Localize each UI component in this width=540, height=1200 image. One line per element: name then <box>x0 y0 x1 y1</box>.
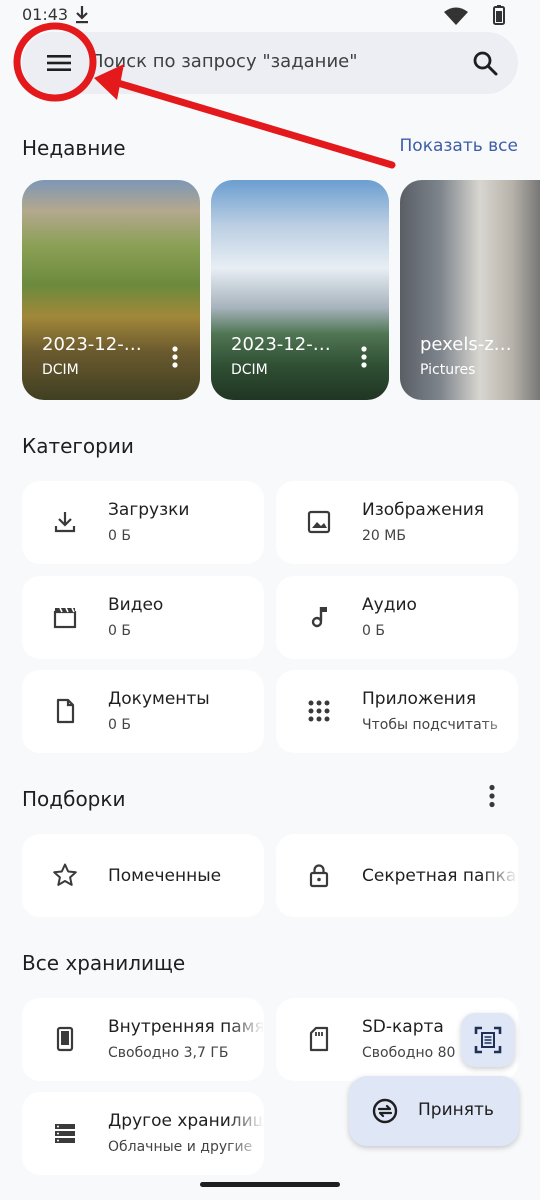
music-note-icon <box>311 607 327 628</box>
more-vert-icon[interactable] <box>488 784 496 808</box>
sd-card-icon <box>309 1026 329 1052</box>
accept-button[interactable]: Принять <box>349 1076 519 1146</box>
thumbnail-title: 2023-12-… <box>42 334 142 355</box>
recent-thumbnail[interactable]: pexels-z… Pictures <box>400 180 540 400</box>
recent-thumbnail[interactable]: 2023-12-… DCIM <box>211 180 389 400</box>
thumbnail-title: 2023-12-… <box>231 334 331 355</box>
text-fade <box>228 998 264 1081</box>
category-size: Чтобы подсчитать <box>362 717 499 733</box>
category-size: 0 Б <box>362 623 385 639</box>
scan-button[interactable] <box>461 1013 515 1067</box>
category-size: 20 МБ <box>362 528 406 544</box>
storage-internal[interactable]: Внутренняя память Свободно 3,7 ГБ <box>22 998 264 1081</box>
more-vert-icon[interactable] <box>172 346 178 368</box>
storage-label: SD-карта <box>362 1017 444 1037</box>
thumbnail-title: pexels-z… <box>420 334 512 355</box>
category-audio[interactable]: Аудио 0 Б <box>276 576 518 659</box>
text-fade <box>482 670 518 753</box>
hamburger-menu-icon <box>47 55 71 71</box>
storage-free-space: Свободно 3,7 ГБ <box>108 1045 229 1061</box>
category-size: 0 Б <box>108 623 131 639</box>
storage-icon <box>55 1124 75 1143</box>
show-all-link[interactable]: Показать все <box>400 136 518 156</box>
category-label: Загрузки <box>108 500 190 520</box>
collection-starred[interactable]: Помеченные <box>22 834 264 917</box>
menu-button[interactable] <box>44 48 74 78</box>
lock-icon <box>309 864 329 888</box>
storage-section-title: Все хранилище <box>22 951 186 975</box>
category-label: Аудио <box>362 595 417 615</box>
wifi-icon <box>444 7 468 25</box>
search-input[interactable]: Поиск по запросу "задание" <box>90 51 358 72</box>
category-label: Видео <box>108 595 164 615</box>
thumbnail-folder: DCIM <box>231 362 268 378</box>
more-vert-icon[interactable] <box>361 346 367 368</box>
text-fade <box>482 834 518 917</box>
category-size: 0 Б <box>108 717 131 733</box>
download-status-icon <box>76 6 88 24</box>
image-icon <box>307 510 331 534</box>
category-label: Документы <box>108 689 210 709</box>
home-indicator[interactable] <box>200 1182 340 1187</box>
sync-transfer-icon <box>372 1098 398 1124</box>
category-video[interactable]: Видео 0 Б <box>22 576 264 659</box>
thumbnail-folder: Pictures <box>420 362 476 378</box>
accept-label: Принять <box>418 1100 494 1120</box>
storage-free-space: Свободно 80 <box>362 1045 456 1061</box>
search-button[interactable] <box>470 48 500 78</box>
search-bar[interactable]: Поиск по запросу "задание" <box>22 32 518 94</box>
text-fade <box>228 1092 264 1175</box>
category-downloads[interactable]: Загрузки 0 Б <box>22 481 264 564</box>
collections-section-title: Подборки <box>22 787 126 811</box>
battery-icon <box>493 5 505 25</box>
collection-label: Помеченные <box>108 866 222 886</box>
category-size: 0 Б <box>108 528 131 544</box>
category-images[interactable]: Изображения 20 МБ <box>276 481 518 564</box>
storage-other[interactable]: Другое хранилище Облачные и другие <box>22 1092 264 1175</box>
download-icon <box>54 512 76 533</box>
collection-secret-folder[interactable]: Секретная папка <box>276 834 518 917</box>
document-icon <box>56 698 75 724</box>
apps-grid-icon <box>308 700 330 722</box>
search-icon <box>473 51 498 76</box>
category-label: Приложения <box>362 689 477 709</box>
category-documents[interactable]: Документы 0 Б <box>22 670 264 753</box>
categories-section-title: Категории <box>22 434 134 458</box>
category-label: Изображения <box>362 500 485 520</box>
category-apps[interactable]: Приложения Чтобы подсчитать <box>276 670 518 753</box>
video-icon <box>53 607 77 629</box>
status-time: 01:43 <box>22 5 69 24</box>
star-icon <box>53 863 77 886</box>
thumbnail-folder: DCIM <box>42 362 79 378</box>
recent-section-title: Недавние <box>22 136 126 160</box>
phone-icon <box>56 1026 74 1052</box>
status-bar: 01:43 <box>0 0 540 32</box>
document-scanner-icon <box>474 1026 502 1054</box>
recent-thumbnail[interactable]: 2023-12-… DCIM <box>22 180 200 400</box>
